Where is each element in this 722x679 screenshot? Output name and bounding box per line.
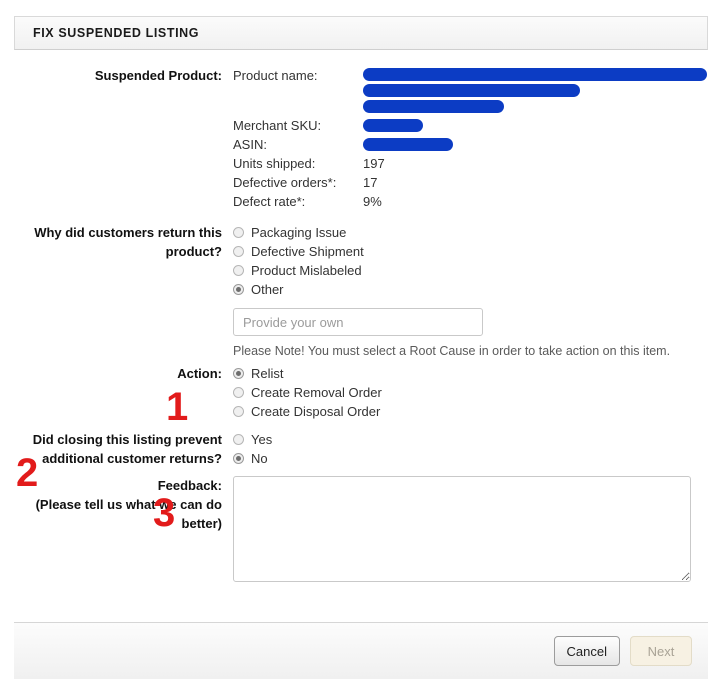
root-cause-note: Please Note! You must select a Root Caus… xyxy=(233,344,671,358)
radio-icon[interactable] xyxy=(233,406,244,417)
return-reason-label-line1: Why did customers return this xyxy=(34,225,222,240)
radio-option-yes[interactable]: Yes xyxy=(233,430,708,449)
radio-icon[interactable] xyxy=(233,246,244,257)
prevent-returns-label-line1: Did closing this listing prevent xyxy=(32,432,222,447)
action-field: Relist Create Removal Order Create Dispo… xyxy=(228,364,708,421)
radio-option-relist[interactable]: Relist xyxy=(233,364,708,383)
radio-label: Packaging Issue xyxy=(251,225,347,240)
prevent-returns-label-line2: additional customer returns? xyxy=(42,451,222,466)
product-name-key: Product name: xyxy=(233,68,318,83)
defect-rate-value: 9% xyxy=(363,194,382,209)
other-reason-input[interactable] xyxy=(233,308,483,336)
prevent-returns-label: Did closing this listing prevent additio… xyxy=(14,430,228,468)
cancel-button[interactable]: Cancel xyxy=(553,636,620,666)
radio-option-no[interactable]: No xyxy=(233,449,708,468)
table-row: Product name: xyxy=(233,66,707,116)
redaction-bar xyxy=(363,100,504,113)
prevent-returns-field: Yes No xyxy=(228,430,708,468)
radio-option-packaging-issue[interactable]: Packaging Issue xyxy=(233,223,708,242)
radio-icon[interactable] xyxy=(233,387,244,398)
redaction-bar xyxy=(363,138,453,151)
suspended-product-details: Product name: Merchant SKU: ASIN: Units … xyxy=(228,66,708,211)
action-row: Action: Relist Create Removal Order Crea… xyxy=(14,364,708,421)
radio-label: Defective Shipment xyxy=(251,244,364,259)
radio-label: Other xyxy=(251,282,284,297)
card-header: FIX SUSPENDED LISTING xyxy=(14,16,708,50)
return-reason-label: Why did customers return this product? xyxy=(14,223,228,261)
radio-icon-selected[interactable] xyxy=(233,284,244,295)
radio-label: Product Mislabeled xyxy=(251,263,362,278)
feedback-label: Feedback: (Please tell us what we can do… xyxy=(14,476,228,533)
prevent-returns-radio-group: Yes No xyxy=(233,430,708,468)
radio-label: Yes xyxy=(251,432,273,447)
redaction-bar xyxy=(363,119,423,132)
radio-label: No xyxy=(251,451,268,466)
merchant-sku-redacted xyxy=(363,116,707,135)
return-reason-radio-group: Packaging Issue Defective Shipment Produ… xyxy=(233,223,708,299)
radio-icon-selected[interactable] xyxy=(233,368,244,379)
card-body: Suspended Product: Product name: Merchan… xyxy=(14,50,708,610)
radio-label: Create Disposal Order xyxy=(251,404,381,419)
return-reason-field: Packaging Issue Defective Shipment Produ… xyxy=(228,223,708,359)
card-footer: Cancel Next xyxy=(14,622,708,679)
fix-suspended-listing-card: FIX SUSPENDED LISTING Suspended Product:… xyxy=(14,16,708,679)
table-row: Defect rate*: 9% xyxy=(233,192,707,211)
redaction-bar xyxy=(363,84,580,97)
table-row: ASIN: xyxy=(233,135,707,154)
next-button[interactable]: Next xyxy=(630,636,692,666)
feedback-field xyxy=(228,476,708,582)
radio-icon[interactable] xyxy=(233,265,244,276)
feedback-sublabel-line1: (Please tell us what we can do xyxy=(35,497,222,512)
radio-icon[interactable] xyxy=(233,227,244,238)
defective-orders-value: 17 xyxy=(363,175,378,190)
radio-icon[interactable] xyxy=(233,434,244,445)
radio-option-other[interactable]: Other xyxy=(233,280,708,299)
suspended-product-row: Suspended Product: Product name: Merchan… xyxy=(14,66,708,211)
action-radio-group: Relist Create Removal Order Create Dispo… xyxy=(233,364,708,421)
feedback-row: Feedback: (Please tell us what we can do… xyxy=(14,476,708,582)
radio-icon-selected[interactable] xyxy=(233,453,244,464)
page-title: FIX SUSPENDED LISTING xyxy=(33,26,200,40)
units-shipped-key: Units shipped: xyxy=(233,156,316,171)
feedback-sublabel-line2: better) xyxy=(181,516,222,531)
radio-option-product-mislabeled[interactable]: Product Mislabeled xyxy=(233,261,708,280)
product-detail-table: Product name: Merchant SKU: ASIN: Units … xyxy=(233,66,707,211)
table-row: Merchant SKU: xyxy=(233,116,707,135)
radio-option-defective-shipment[interactable]: Defective Shipment xyxy=(233,242,708,261)
suspended-product-label: Suspended Product: xyxy=(94,68,222,83)
product-name-redacted xyxy=(363,66,707,116)
radio-label: Relist xyxy=(251,366,284,381)
defect-rate-key: Defect rate*: xyxy=(233,194,306,209)
asin-redacted xyxy=(363,135,707,154)
radio-label: Create Removal Order xyxy=(251,385,382,400)
prevent-returns-row: Did closing this listing prevent additio… xyxy=(14,430,708,468)
feedback-textarea[interactable] xyxy=(233,476,691,582)
merchant-sku-key: Merchant SKU: xyxy=(233,118,322,133)
table-row: Units shipped: 197 xyxy=(233,154,707,173)
redaction-bar xyxy=(363,68,707,81)
asin-key: ASIN: xyxy=(233,137,267,152)
defective-orders-key: Defective orders*: xyxy=(233,175,337,190)
units-shipped-value: 197 xyxy=(363,156,385,171)
radio-option-create-removal-order[interactable]: Create Removal Order xyxy=(233,383,708,402)
radio-option-create-disposal-order[interactable]: Create Disposal Order xyxy=(233,402,708,421)
return-reason-row: Why did customers return this product? P… xyxy=(14,223,708,359)
table-row: Defective orders*: 17 xyxy=(233,173,707,192)
action-label: Action: xyxy=(177,366,222,381)
return-reason-label-line2: product? xyxy=(165,244,222,259)
feedback-label-text: Feedback: xyxy=(157,478,222,493)
